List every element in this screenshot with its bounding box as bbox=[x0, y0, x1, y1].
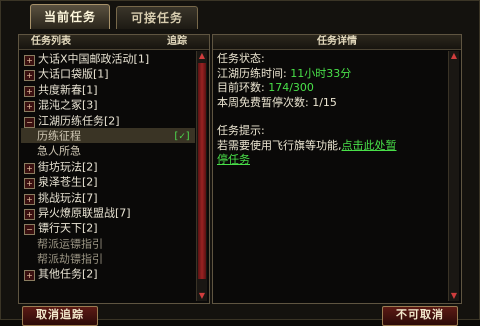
pause-quest-link[interactable]: 点击此处暂 bbox=[342, 139, 397, 152]
quest-list-item[interactable]: 历练征程 [✓] bbox=[21, 127, 195, 144]
expand-icon[interactable]: + bbox=[24, 178, 35, 190]
ring-count-value: 174/300 bbox=[268, 81, 314, 94]
quest-list-scrollbar[interactable]: ▲ ▼ bbox=[196, 51, 207, 301]
scroll-thumb[interactable] bbox=[198, 63, 206, 279]
expand-icon[interactable]: + bbox=[24, 162, 35, 174]
ring-count-line: 目前环数: 174/300 bbox=[217, 81, 445, 96]
hint-line-2: 停任务 bbox=[217, 153, 445, 168]
expand-icon[interactable]: + bbox=[24, 85, 35, 97]
quest-label: 混沌之冢[3] bbox=[38, 98, 98, 112]
tab-bar: 当前任务 可接任务 bbox=[20, 4, 460, 30]
hint-label: 任务提示: bbox=[217, 124, 265, 137]
quest-group-row[interactable]: + 泉泽苍生[2] bbox=[21, 174, 195, 190]
quest-label: 急人所急 bbox=[37, 144, 81, 158]
hint-text: 若需要使用飞行旗等功能, bbox=[217, 138, 342, 152]
quest-detail-header: 任务详情 bbox=[213, 35, 461, 50]
quest-group-row[interactable]: − 江湖历练任务[2] bbox=[21, 113, 195, 128]
quest-detail-content: 任务状态: 江湖历练时间: 11小时33分 目前环数: 174/300 本周免费… bbox=[217, 52, 445, 168]
free-pause-value: 1/15 bbox=[312, 95, 337, 109]
expand-icon[interactable]: + bbox=[24, 208, 35, 220]
expand-icon[interactable]: + bbox=[24, 70, 35, 82]
quest-group-row[interactable]: + 共度新春[1] bbox=[21, 82, 195, 97]
scroll-up-icon[interactable]: ▲ bbox=[197, 51, 207, 61]
quest-label: 共度新春[1] bbox=[38, 83, 98, 97]
ring-count-label: 目前环数: bbox=[217, 81, 265, 94]
expand-icon[interactable]: + bbox=[24, 101, 35, 113]
quest-label: 异火燎原联盟战[7] bbox=[38, 206, 131, 220]
tab-current-quests[interactable]: 当前任务 bbox=[30, 4, 110, 29]
expand-icon[interactable]: + bbox=[24, 270, 35, 282]
free-pause-line: 本周免费暂停次数: 1/15 bbox=[217, 96, 445, 111]
quest-label: 泉泽苍生[2] bbox=[38, 175, 98, 189]
quest-group-row[interactable]: + 大话口袋版[1] bbox=[21, 66, 195, 82]
quest-label: 镖行天下[2] bbox=[38, 221, 98, 235]
quest-label: 大话X中国邮政活动[1] bbox=[38, 52, 150, 66]
expand-icon[interactable]: + bbox=[24, 55, 35, 66]
training-time-label: 江湖历练时间: bbox=[217, 66, 287, 80]
cancel-track-button[interactable]: 取消追踪 bbox=[22, 306, 98, 326]
training-time-line: 江湖历练时间: 11小时33分 bbox=[217, 67, 445, 82]
status-label: 任务状态: bbox=[217, 52, 265, 65]
quest-group-row[interactable]: + 混沌之冢[3] bbox=[21, 97, 195, 113]
quest-list-item[interactable]: 帮派运镖指引 bbox=[21, 236, 195, 251]
quest-list-header: 任务列表 追踪 bbox=[19, 35, 209, 50]
hint-line: 若需要使用飞行旗等功能,点击此处暂 bbox=[217, 139, 445, 154]
quest-label: 历练征程 bbox=[37, 129, 81, 143]
quest-list: + 大话X中国邮政活动[1] + 大话口袋版[1] + 共度新春[1] + 混沌之冢[3] − 江… bbox=[21, 51, 195, 301]
abandon-quest-button[interactable]: 不可取消 bbox=[382, 306, 458, 326]
track-checkbox[interactable]: [✓] bbox=[173, 129, 191, 144]
quest-label: 江湖历练任务[2] bbox=[38, 114, 120, 128]
quest-label: 帮派劫镖指引 bbox=[37, 252, 103, 266]
detail-scroll-up-icon[interactable]: ▲ bbox=[449, 51, 459, 61]
quest-label: 帮派运镖指引 bbox=[37, 237, 103, 251]
quest-group-row[interactable]: + 异火燎原联盟战[7] bbox=[21, 205, 195, 220]
quest-list-title: 任务列表 bbox=[31, 36, 71, 47]
track-column-title: 追踪 bbox=[167, 36, 187, 47]
quest-list-panel: 任务列表 追踪 + 大话X中国邮政活动[1] + 大话口袋版[1] + 共度新春[1] + 混… bbox=[18, 34, 210, 304]
quest-group-row[interactable]: + 大话X中国邮政活动[1] bbox=[21, 51, 195, 66]
pause-quest-link-cont[interactable]: 停任务 bbox=[217, 153, 250, 166]
training-time-value: 11小时33分 bbox=[290, 66, 352, 80]
quest-label: 其他任务[2] bbox=[38, 267, 98, 281]
quest-group-row[interactable]: + 其他任务[2] bbox=[21, 266, 195, 282]
tab-available-quests[interactable]: 可接任务 bbox=[116, 6, 198, 29]
quest-label: 街坊玩法[2] bbox=[38, 160, 98, 174]
collapse-icon[interactable]: − bbox=[24, 224, 35, 236]
quest-group-row[interactable]: + 挑战玩法[7] bbox=[21, 190, 195, 205]
free-pause-label: 本周免费暂停次数: bbox=[217, 95, 309, 109]
scroll-down-icon[interactable]: ▼ bbox=[197, 291, 207, 301]
collapse-icon[interactable]: − bbox=[24, 116, 35, 128]
quest-group-row[interactable]: − 镖行天下[2] bbox=[21, 220, 195, 236]
expand-icon[interactable]: + bbox=[24, 193, 35, 205]
detail-scrollbar[interactable]: ▲ ▼ bbox=[448, 51, 459, 301]
quest-list-item[interactable]: 帮派劫镖指引 bbox=[21, 251, 195, 266]
quest-group-row[interactable]: + 街坊玩法[2] bbox=[21, 159, 195, 174]
quest-label: 大话口袋版[1] bbox=[38, 67, 109, 81]
detail-scroll-down-icon[interactable]: ▼ bbox=[449, 291, 459, 301]
quest-label: 挑战玩法[7] bbox=[38, 191, 98, 205]
quest-list-item[interactable]: 急人所急 bbox=[21, 143, 195, 158]
quest-detail-panel: 任务详情 任务状态: 江湖历练时间: 11小时33分 目前环数: 174/300… bbox=[212, 34, 462, 304]
quest-detail-title: 任务详情 bbox=[317, 36, 357, 47]
